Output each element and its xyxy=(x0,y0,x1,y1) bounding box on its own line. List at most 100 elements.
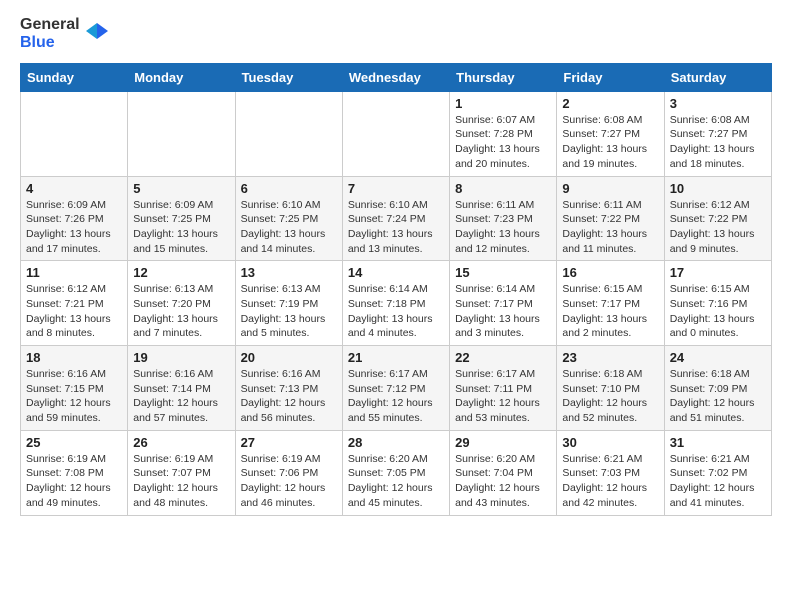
calendar-cell xyxy=(128,91,235,176)
calendar-cell: 25 Sunrise: 6:19 AMSunset: 7:08 PMDayligh… xyxy=(21,430,128,515)
calendar-cell: 28Sunrise: 6:20 AMSunset: 7:05 PMDayligh… xyxy=(342,430,449,515)
day-number: 31 xyxy=(670,435,766,450)
weekday-header-saturday: Saturday xyxy=(664,63,771,91)
day-number: 19 xyxy=(133,350,229,365)
day-info: Sunrise: 6:19 AMSunset: 7:06 PMDaylight:… xyxy=(241,452,337,511)
day-info: Sunrise: 6:14 AMSunset: 7:18 PMDaylight:… xyxy=(348,282,444,341)
calendar-week-3: 11Sunrise: 6:12 AMSunset: 7:21 PMDayligh… xyxy=(21,261,772,346)
calendar-cell: 19 Sunrise: 6:16 AMSunset: 7:14 PMDayligh… xyxy=(128,346,235,431)
day-number: 4 xyxy=(26,181,122,196)
day-info: Sunrise: 6:21 AMSunset: 7:03 PMDaylight:… xyxy=(562,452,658,511)
calendar-cell: 11Sunrise: 6:12 AMSunset: 7:21 PMDayligh… xyxy=(21,261,128,346)
logo-flag-icon xyxy=(84,21,110,47)
calendar-cell xyxy=(342,91,449,176)
calendar-cell: 26 Sunrise: 6:19 AMSunset: 7:07 PMDayligh… xyxy=(128,430,235,515)
day-info: Sunrise: 6:14 AMSunset: 7:17 PMDaylight:… xyxy=(455,282,551,341)
day-number: 11 xyxy=(26,265,122,280)
day-info: Sunrise: 6:07 AMSunset: 7:28 PMDaylight:… xyxy=(455,113,551,172)
day-number: 16 xyxy=(562,265,658,280)
day-info: Sunrise: 6:15 AMSunset: 7:16 PMDaylight:… xyxy=(670,282,766,341)
day-info: Sunrise: 6:08 AMSunset: 7:27 PMDaylight:… xyxy=(670,113,766,172)
weekday-header-wednesday: Wednesday xyxy=(342,63,449,91)
day-number: 26 xyxy=(133,435,229,450)
calendar-cell: 15 Sunrise: 6:14 AMSunset: 7:17 PMDayligh… xyxy=(450,261,557,346)
day-info: Sunrise: 6:21 AMSunset: 7:02 PMDaylight:… xyxy=(670,452,766,511)
calendar-cell: 9Sunrise: 6:11 AMSunset: 7:22 PMDaylight… xyxy=(557,176,664,261)
day-info: Sunrise: 6:10 AMSunset: 7:25 PMDaylight:… xyxy=(241,198,337,257)
weekday-header-monday: Monday xyxy=(128,63,235,91)
day-info: Sunrise: 6:09 AMSunset: 7:26 PMDaylight:… xyxy=(26,198,122,257)
day-info: Sunrise: 6:10 AMSunset: 7:24 PMDaylight:… xyxy=(348,198,444,257)
calendar-cell: 30 Sunrise: 6:21 AMSunset: 7:03 PMDayligh… xyxy=(557,430,664,515)
weekday-header-thursday: Thursday xyxy=(450,63,557,91)
day-number: 23 xyxy=(562,350,658,365)
day-number: 1 xyxy=(455,96,551,111)
day-info: Sunrise: 6:19 AMSunset: 7:08 PMDaylight:… xyxy=(26,452,122,511)
calendar-cell xyxy=(21,91,128,176)
day-info: Sunrise: 6:20 AMSunset: 7:05 PMDaylight:… xyxy=(348,452,444,511)
calendar-week-2: 4 Sunrise: 6:09 AMSunset: 7:26 PMDaylight… xyxy=(21,176,772,261)
day-info: Sunrise: 6:11 AMSunset: 7:23 PMDaylight:… xyxy=(455,198,551,257)
calendar-cell: 10 Sunrise: 6:12 AMSunset: 7:22 PMDayligh… xyxy=(664,176,771,261)
calendar-cell: 13 Sunrise: 6:13 AMSunset: 7:19 PMDayligh… xyxy=(235,261,342,346)
calendar-cell: 21Sunrise: 6:17 AMSunset: 7:12 PMDayligh… xyxy=(342,346,449,431)
day-info: Sunrise: 6:13 AMSunset: 7:19 PMDaylight:… xyxy=(241,282,337,341)
calendar-cell: 5Sunrise: 6:09 AMSunset: 7:25 PMDaylight… xyxy=(128,176,235,261)
day-number: 10 xyxy=(670,181,766,196)
logo: General Blue xyxy=(20,16,110,53)
weekday-header-row: SundayMondayTuesdayWednesdayThursdayFrid… xyxy=(21,63,772,91)
day-number: 2 xyxy=(562,96,658,111)
day-number: 20 xyxy=(241,350,337,365)
day-info: Sunrise: 6:17 AMSunset: 7:11 PMDaylight:… xyxy=(455,367,551,426)
day-number: 29 xyxy=(455,435,551,450)
calendar-cell: 18 Sunrise: 6:16 AMSunset: 7:15 PMDayligh… xyxy=(21,346,128,431)
day-number: 24 xyxy=(670,350,766,365)
day-info: Sunrise: 6:20 AMSunset: 7:04 PMDaylight:… xyxy=(455,452,551,511)
day-number: 14 xyxy=(348,265,444,280)
day-number: 25 xyxy=(26,435,122,450)
day-number: 21 xyxy=(348,350,444,365)
day-info: Sunrise: 6:16 AMSunset: 7:14 PMDaylight:… xyxy=(133,367,229,426)
day-number: 15 xyxy=(455,265,551,280)
calendar-cell: 16Sunrise: 6:15 AMSunset: 7:17 PMDayligh… xyxy=(557,261,664,346)
day-info: Sunrise: 6:18 AMSunset: 7:10 PMDaylight:… xyxy=(562,367,658,426)
day-number: 12 xyxy=(133,265,229,280)
day-info: Sunrise: 6:11 AMSunset: 7:22 PMDaylight:… xyxy=(562,198,658,257)
day-info: Sunrise: 6:12 AMSunset: 7:22 PMDaylight:… xyxy=(670,198,766,257)
day-info: Sunrise: 6:19 AMSunset: 7:07 PMDaylight:… xyxy=(133,452,229,511)
calendar-cell: 27Sunrise: 6:19 AMSunset: 7:06 PMDayligh… xyxy=(235,430,342,515)
calendar-cell: 14 Sunrise: 6:14 AMSunset: 7:18 PMDayligh… xyxy=(342,261,449,346)
logo-blue: Blue xyxy=(20,34,55,51)
day-number: 5 xyxy=(133,181,229,196)
weekday-header-friday: Friday xyxy=(557,63,664,91)
day-number: 6 xyxy=(241,181,337,196)
calendar-cell: 1 Sunrise: 6:07 AMSunset: 7:28 PMDaylight… xyxy=(450,91,557,176)
day-info: Sunrise: 6:16 AMSunset: 7:15 PMDaylight:… xyxy=(26,367,122,426)
day-number: 18 xyxy=(26,350,122,365)
day-number: 7 xyxy=(348,181,444,196)
day-number: 3 xyxy=(670,96,766,111)
calendar-cell: 20Sunrise: 6:16 AMSunset: 7:13 PMDayligh… xyxy=(235,346,342,431)
calendar-week-4: 18 Sunrise: 6:16 AMSunset: 7:15 PMDayligh… xyxy=(21,346,772,431)
logo-text: General Blue xyxy=(20,16,80,53)
page-container: General Blue SundayMondayTuesdayWednesda… xyxy=(0,0,792,532)
day-number: 22 xyxy=(455,350,551,365)
day-number: 13 xyxy=(241,265,337,280)
weekday-header-sunday: Sunday xyxy=(21,63,128,91)
calendar-cell: 24 Sunrise: 6:18 AMSunset: 7:09 PMDayligh… xyxy=(664,346,771,431)
day-info: Sunrise: 6:13 AMSunset: 7:20 PMDaylight:… xyxy=(133,282,229,341)
calendar-cell: 29 Sunrise: 6:20 AMSunset: 7:04 PMDayligh… xyxy=(450,430,557,515)
calendar-week-5: 25 Sunrise: 6:19 AMSunset: 7:08 PMDayligh… xyxy=(21,430,772,515)
calendar-cell xyxy=(235,91,342,176)
calendar-table: SundayMondayTuesdayWednesdayThursdayFrid… xyxy=(20,63,772,516)
calendar-cell: 6 Sunrise: 6:10 AMSunset: 7:25 PMDaylight… xyxy=(235,176,342,261)
weekday-header-tuesday: Tuesday xyxy=(235,63,342,91)
calendar-cell: 4 Sunrise: 6:09 AMSunset: 7:26 PMDaylight… xyxy=(21,176,128,261)
calendar-cell: 2Sunrise: 6:08 AMSunset: 7:27 PMDaylight… xyxy=(557,91,664,176)
day-info: Sunrise: 6:18 AMSunset: 7:09 PMDaylight:… xyxy=(670,367,766,426)
calendar-cell: 22 Sunrise: 6:17 AMSunset: 7:11 PMDayligh… xyxy=(450,346,557,431)
day-number: 30 xyxy=(562,435,658,450)
calendar-cell: 8Sunrise: 6:11 AMSunset: 7:23 PMDaylight… xyxy=(450,176,557,261)
calendar-cell: 23 Sunrise: 6:18 AMSunset: 7:10 PMDayligh… xyxy=(557,346,664,431)
logo-general: General xyxy=(20,16,80,33)
